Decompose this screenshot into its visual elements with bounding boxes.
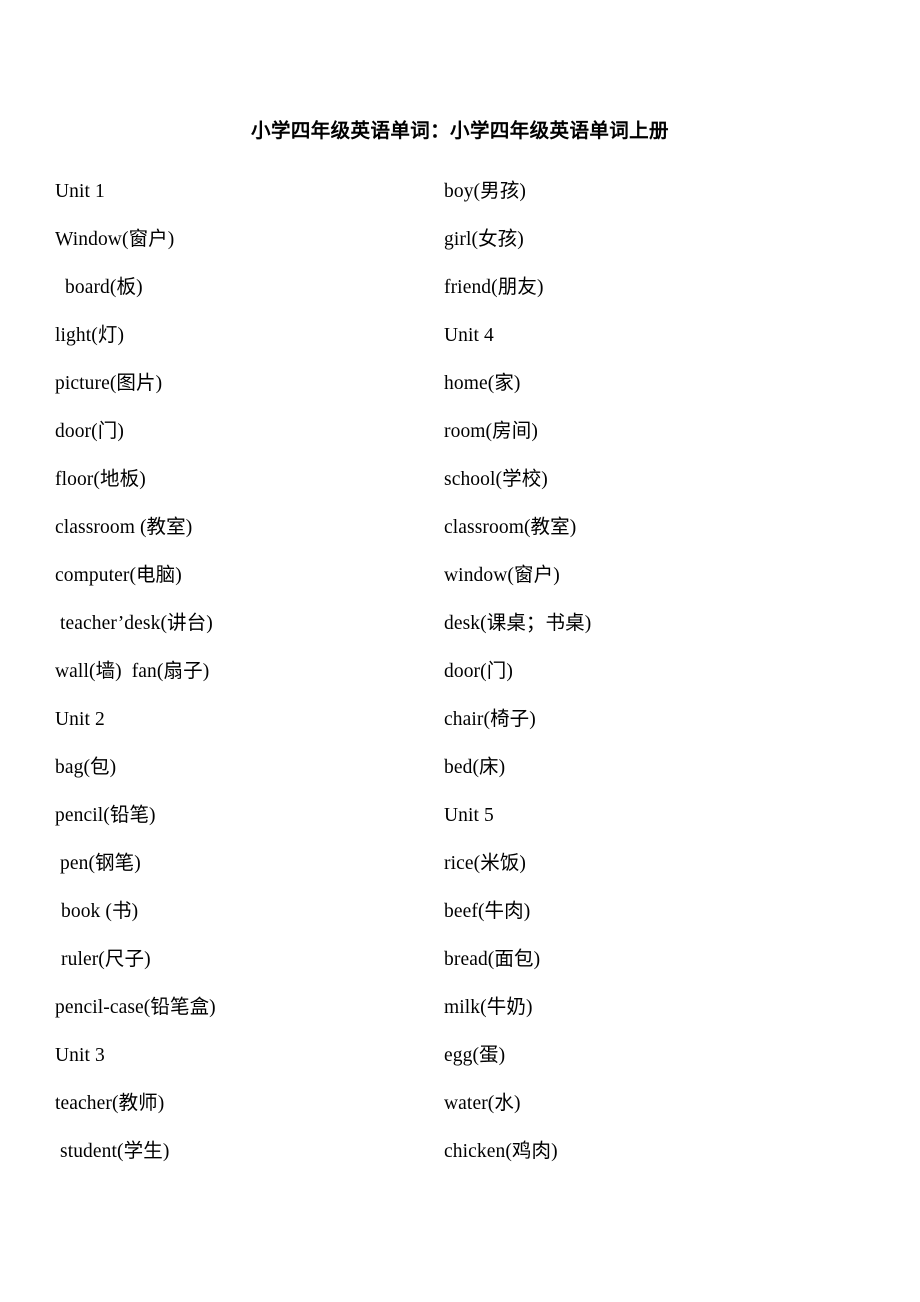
page-title: 小学四年级英语单词：小学四年级英语单词上册 [251,120,669,142]
word-entry-text: computer(电脑) [55,565,182,586]
word-entry: student(学生) [55,1128,435,1176]
word-entry-text: home(家) [444,373,521,394]
word-entry: light(灯) [55,312,435,360]
word-entry: pen(钢笔) [55,840,435,888]
word-entry-text: beef(牛肉) [444,901,531,922]
word-entry: wall(墙) fan(扇子) [55,648,435,696]
word-entry: Unit 3 [55,1032,435,1080]
word-entry: bread(面包) [444,936,844,984]
word-entry: school(学校) [444,456,844,504]
word-entry-text: Unit 4 [444,325,494,346]
word-entry-text: Unit 3 [55,1045,105,1066]
word-entry-text: classroom(教室) [444,517,577,538]
word-entry-text: book (书) [61,901,139,922]
word-entry: water(水) [444,1080,844,1128]
word-entry-text: bread(面包) [444,949,541,970]
word-entry-text: door(门) [444,661,513,682]
word-entry-text: Unit 2 [55,709,105,730]
word-entry-text: light(灯) [55,325,125,346]
word-entry-text: Window(窗户) [55,229,175,250]
word-entry: room(房间) [444,408,844,456]
word-entry: Unit 1 [55,168,435,216]
word-entry: boy(男孩) [444,168,844,216]
word-entry-text: pen(钢笔) [60,853,141,874]
word-entry-text: pencil(铅笔) [55,805,156,826]
word-entry: picture(图片) [55,360,435,408]
word-entry: classroom (教室) [55,504,435,552]
word-entry-text: room(房间) [444,421,538,442]
word-entry: door(门) [55,408,435,456]
word-entry: floor(地板) [55,456,435,504]
word-entry-text: window(窗户) [444,565,560,586]
word-entry-text: milk(牛奶) [444,997,533,1018]
word-entry-text: picture(图片) [55,373,163,394]
document-page: 小学四年级英语单词：小学四年级英语单词上册 Unit 1 Window(窗户) bo… [0,0,920,1302]
word-entry-text: rice(米饭) [444,853,527,874]
word-entry: board(板) [55,264,435,312]
word-entry: home(家) [444,360,844,408]
word-entry: Window(窗户) [55,216,435,264]
word-entry-text: teacher(教师) [55,1093,165,1114]
word-entry-text: wall(墙) fan(扇子) [55,661,210,682]
word-entry: teacher(教师) [55,1080,435,1128]
word-entry: Unit 4 [444,312,844,360]
word-entry: computer(电脑) [55,552,435,600]
word-entry: Unit 2 [55,696,435,744]
word-entry-text: ruler(尺子) [61,949,151,970]
word-entry-text: desk(课桌；书桌) [444,613,592,634]
word-entry-text: pencil-case(铅笔盒) [55,997,216,1018]
word-entry-text: chicken(鸡肉) [444,1141,558,1162]
word-entry: pencil(铅笔) [55,792,435,840]
word-entry: milk(牛奶) [444,984,844,1032]
word-entry-text: bed(床) [444,757,506,778]
word-entry: door(门) [444,648,844,696]
word-entry: beef(牛肉) [444,888,844,936]
word-column-right: boy(男孩) girl(女孩) friend(朋友) Unit 4 home(家) ro… [444,168,844,1176]
word-entry: desk(课桌；书桌) [444,600,844,648]
word-entry: chair(椅子) [444,696,844,744]
word-entry: classroom(教室) [444,504,844,552]
word-column-left: Unit 1 Window(窗户) board(板) light(灯) picture(… [55,168,435,1176]
word-entry-text: boy(男孩) [444,181,526,202]
word-entry: girl(女孩) [444,216,844,264]
word-entry-text: school(学校) [444,469,548,490]
word-entry-text: teacher’desk(讲台) [60,613,213,634]
word-entry: Unit 5 [444,792,844,840]
word-entry: window(窗户) [444,552,844,600]
word-entry-text: Unit 1 [55,181,105,202]
word-entry-text: chair(椅子) [444,709,536,730]
word-entry-text: friend(朋友) [444,277,544,298]
word-entry: friend(朋友) [444,264,844,312]
word-entry-text: bag(包) [55,757,117,778]
word-entry: ruler(尺子) [55,936,435,984]
word-entry-text: board(板) [65,277,143,298]
word-entry-text: classroom (教室) [55,517,193,538]
word-entry-text: girl(女孩) [444,229,524,250]
word-entry: bed(床) [444,744,844,792]
word-entry-text: floor(地板) [55,469,146,490]
word-entry-text: water(水) [444,1093,521,1114]
word-entry: bag(包) [55,744,435,792]
word-list-columns: Unit 1 Window(窗户) board(板) light(灯) picture(… [0,168,920,1188]
word-entry: book (书) [55,888,435,936]
word-entry: teacher’desk(讲台) [55,600,435,648]
word-entry-text: student(学生) [60,1141,170,1162]
word-entry-text: egg(蛋) [444,1045,506,1066]
word-entry: egg(蛋) [444,1032,844,1080]
word-entry-text: door(门) [55,421,124,442]
word-entry-text: Unit 5 [444,805,494,826]
word-entry: pencil-case(铅笔盒) [55,984,435,1032]
word-entry: rice(米饭) [444,840,844,888]
word-entry: chicken(鸡肉) [444,1128,844,1176]
